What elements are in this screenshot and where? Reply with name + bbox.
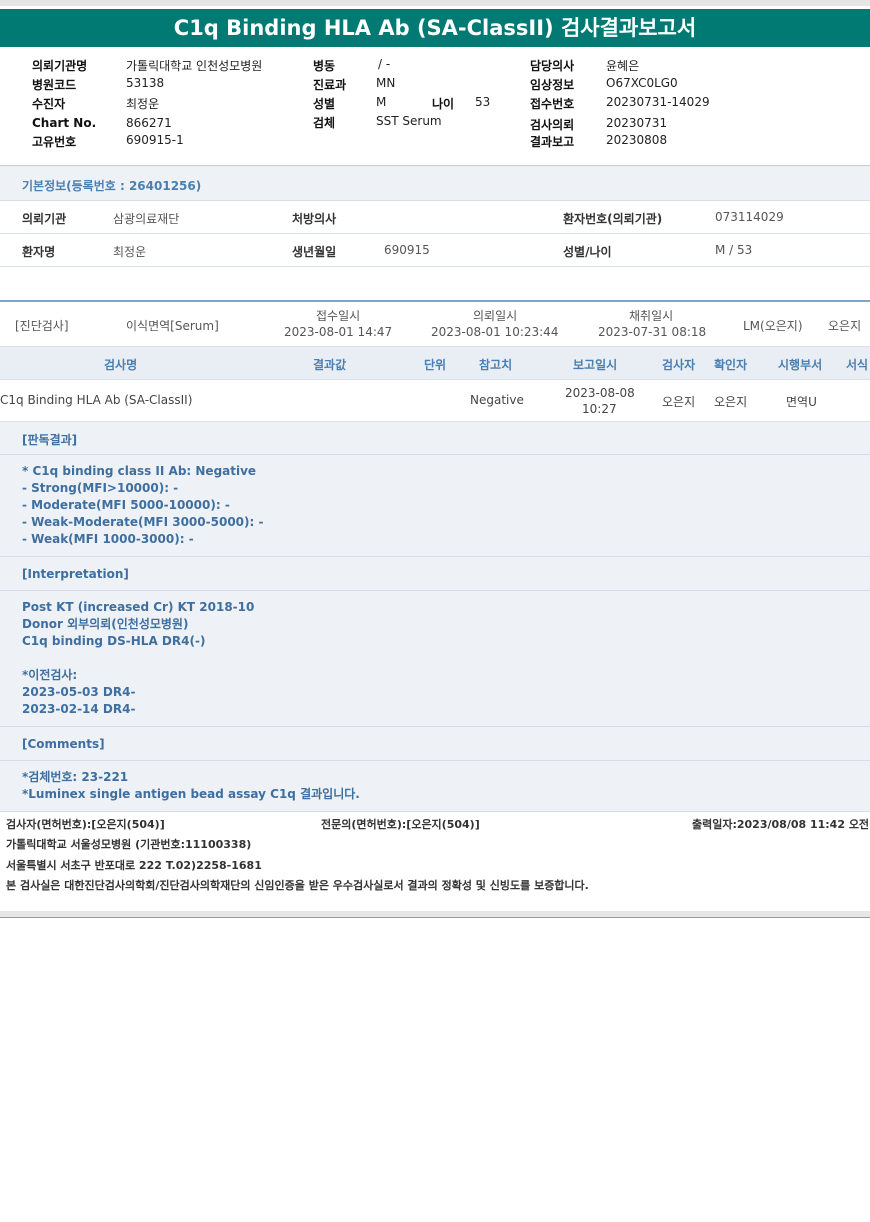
unique-no-label: 고유번호 [32, 135, 77, 149]
report-date-cell: 2023-08-08 [565, 386, 635, 400]
referring-institution-value: 가톨릭대학교 인천성모병원 [126, 59, 263, 73]
basic-info-row: 환자명 최정운 생년월일 690915 성별/나이 M / 53 [0, 234, 870, 267]
ward-label: 병동 [313, 59, 336, 73]
basic-info-title: 기본정보(등록번호 : 26401256) [22, 179, 202, 193]
comments-text: *검체번호: 23-221 *Luminex single antigen be… [22, 770, 360, 801]
lab-manager: LM(오은지) [743, 319, 803, 333]
attending-physician-value: 윤혜은 [606, 59, 640, 73]
footer-certification: 본 검사실은 대한진단검사의학회/진단검사의학재단의 신임인증을 받은 우수검사… [6, 879, 589, 892]
received-label: 접수일시 [316, 309, 361, 323]
test-request-label: 검사의뢰 [530, 118, 575, 132]
age-value: 53 [475, 95, 491, 109]
chart-no-label: Chart No. [32, 116, 97, 130]
top-divider [0, 0, 870, 6]
hospital-code-label: 병원코드 [32, 78, 77, 92]
specimen-label: 검체 [313, 116, 336, 130]
patient-label: 수진자 [32, 97, 66, 111]
patient-value: 최정운 [126, 97, 160, 111]
sex-label: 성별 [313, 97, 336, 111]
info-value: 최정운 [113, 245, 147, 259]
interpretation-body: Post KT (increased Cr) KT 2018-10 Donor … [0, 591, 870, 727]
interpretation-heading: [Interpretation] [0, 557, 870, 591]
test-name-cell: C1q Binding HLA Ab (SA-ClassII) [0, 393, 193, 407]
comments-title: [Comments] [22, 737, 105, 751]
footer-specialist: 전문의(면허번호):[오은지(504)] [321, 818, 480, 831]
report-footer: 검사자(면허번호):[오은지(504)] 전문의(면허번호):[오은지(504)… [0, 812, 870, 912]
department-value: MN [376, 76, 396, 90]
received-value: 2023-08-01 14:47 [284, 325, 393, 339]
attending-physician-label: 담당의사 [530, 59, 575, 73]
column-header: 참고치 [479, 358, 513, 372]
requested-value: 2023-08-01 10:23:44 [431, 325, 559, 339]
unique-no-value: 690915-1 [126, 133, 184, 147]
sample-info-row: [진단검사] 이식면역[Serum] 접수일시 2023-08-01 14:47… [0, 302, 870, 347]
patient-header: 의뢰기관명 가톨릭대학교 인천성모병원 병원코드 53138 수진자 최정운 C… [0, 47, 870, 166]
column-header: 결과값 [313, 358, 347, 372]
info-value: 073114029 [715, 210, 784, 224]
chart-no-value: 866271 [126, 116, 172, 130]
collected-label: 채취일시 [629, 309, 674, 323]
reading-result-heading: [판독결과] [0, 422, 870, 455]
reference-cell: Negative [470, 393, 524, 407]
test-group: 이식면역[Serum] [126, 319, 219, 333]
reading-result-text: * C1q binding class II Ab: Negative - St… [22, 464, 264, 546]
column-header: 보고일시 [573, 358, 618, 372]
column-header: 검사자 [662, 358, 696, 372]
requested-label: 의뢰일시 [473, 309, 518, 323]
column-header: 확인자 [714, 358, 748, 372]
clinical-info-label: 임상정보 [530, 78, 575, 92]
info-label: 의뢰기관 [22, 212, 67, 226]
report-title: C1q Binding HLA Ab (SA-ClassII) 검사결과보고서 [0, 9, 870, 47]
sex-value: M [376, 95, 387, 109]
test-request-value: 20230731 [606, 116, 668, 130]
reading-result-body: * C1q binding class II Ab: Negative - St… [0, 455, 870, 557]
column-header: 검사명 [104, 358, 138, 372]
info-value: 삼광의료재단 [113, 212, 180, 226]
info-label: 생년월일 [292, 245, 337, 259]
results-table-header: 검사명 결과값 단위 참고치 보고일시 검사자 확인자 시행부서 서식 [0, 347, 870, 380]
specimen-value: SST Serum [376, 114, 442, 128]
info-value: 690915 [384, 243, 430, 257]
info-label: 환자번호(의뢰기관) [563, 212, 663, 226]
ward-value: / - [378, 57, 391, 71]
report-time-cell: 10:27 [582, 402, 617, 416]
hospital-code-value: 53138 [126, 76, 165, 90]
department-cell: 면역U [786, 395, 817, 409]
age-label: 나이 [432, 97, 455, 111]
basic-info-row: 의뢰기관 삼광의료재단 처방의사 환자번호(의뢰기관) 073114029 [0, 201, 870, 234]
column-header: 시행부서 [778, 358, 823, 372]
result-report-label: 결과보고 [530, 135, 575, 149]
clinical-info-value: O67XC0LG0 [606, 76, 678, 90]
column-header: 단위 [424, 358, 447, 372]
reading-result-title: [판독결과] [22, 433, 78, 447]
accession-no-value: 20230731-14029 [606, 95, 710, 109]
comments-body: *검체번호: 23-221 *Luminex single antigen be… [0, 761, 870, 812]
basic-info-panel: 기본정보(등록번호 : 26401256) 의뢰기관 삼광의료재단 처방의사 환… [0, 168, 870, 267]
basic-info-heading: 기본정보(등록번호 : 26401256) [0, 168, 870, 201]
footer-tester: 검사자(면허번호):[오은지(504)] [6, 818, 165, 831]
comments-heading: [Comments] [0, 727, 870, 761]
collected-value: 2023-07-31 08:18 [598, 325, 707, 339]
result-report-value: 20230808 [606, 133, 668, 147]
interpretation-title: [Interpretation] [22, 567, 129, 581]
info-label: 성별/나이 [563, 245, 612, 259]
bottom-divider [0, 911, 870, 918]
info-value: M / 53 [715, 243, 753, 257]
interpretation-text: Post KT (increased Cr) KT 2018-10 Donor … [22, 600, 255, 716]
accession-no-label: 접수번호 [530, 97, 575, 111]
tester-cell: 오은지 [662, 395, 696, 409]
referring-institution-label: 의뢰기관명 [32, 59, 88, 73]
verifier-cell: 오은지 [714, 395, 748, 409]
table-row[interactable]: C1q Binding HLA Ab (SA-ClassII) Negative… [0, 380, 870, 422]
info-label: 처방의사 [292, 212, 337, 226]
footer-hospital: 가톨릭대학교 서울성모병원 (기관번호:11100338) [6, 838, 252, 851]
column-header: 서식 [846, 358, 869, 372]
staff-name: 오은지 [828, 319, 862, 333]
footer-address: 서울특별시 서초구 반포대로 222 T.02)2258-1681 [6, 859, 262, 872]
test-category: [진단검사] [15, 319, 69, 333]
footer-print-date: 출력일자:2023/08/08 11:42 오전 [692, 818, 870, 831]
department-label: 진료과 [313, 78, 347, 92]
info-label: 환자명 [22, 245, 56, 259]
